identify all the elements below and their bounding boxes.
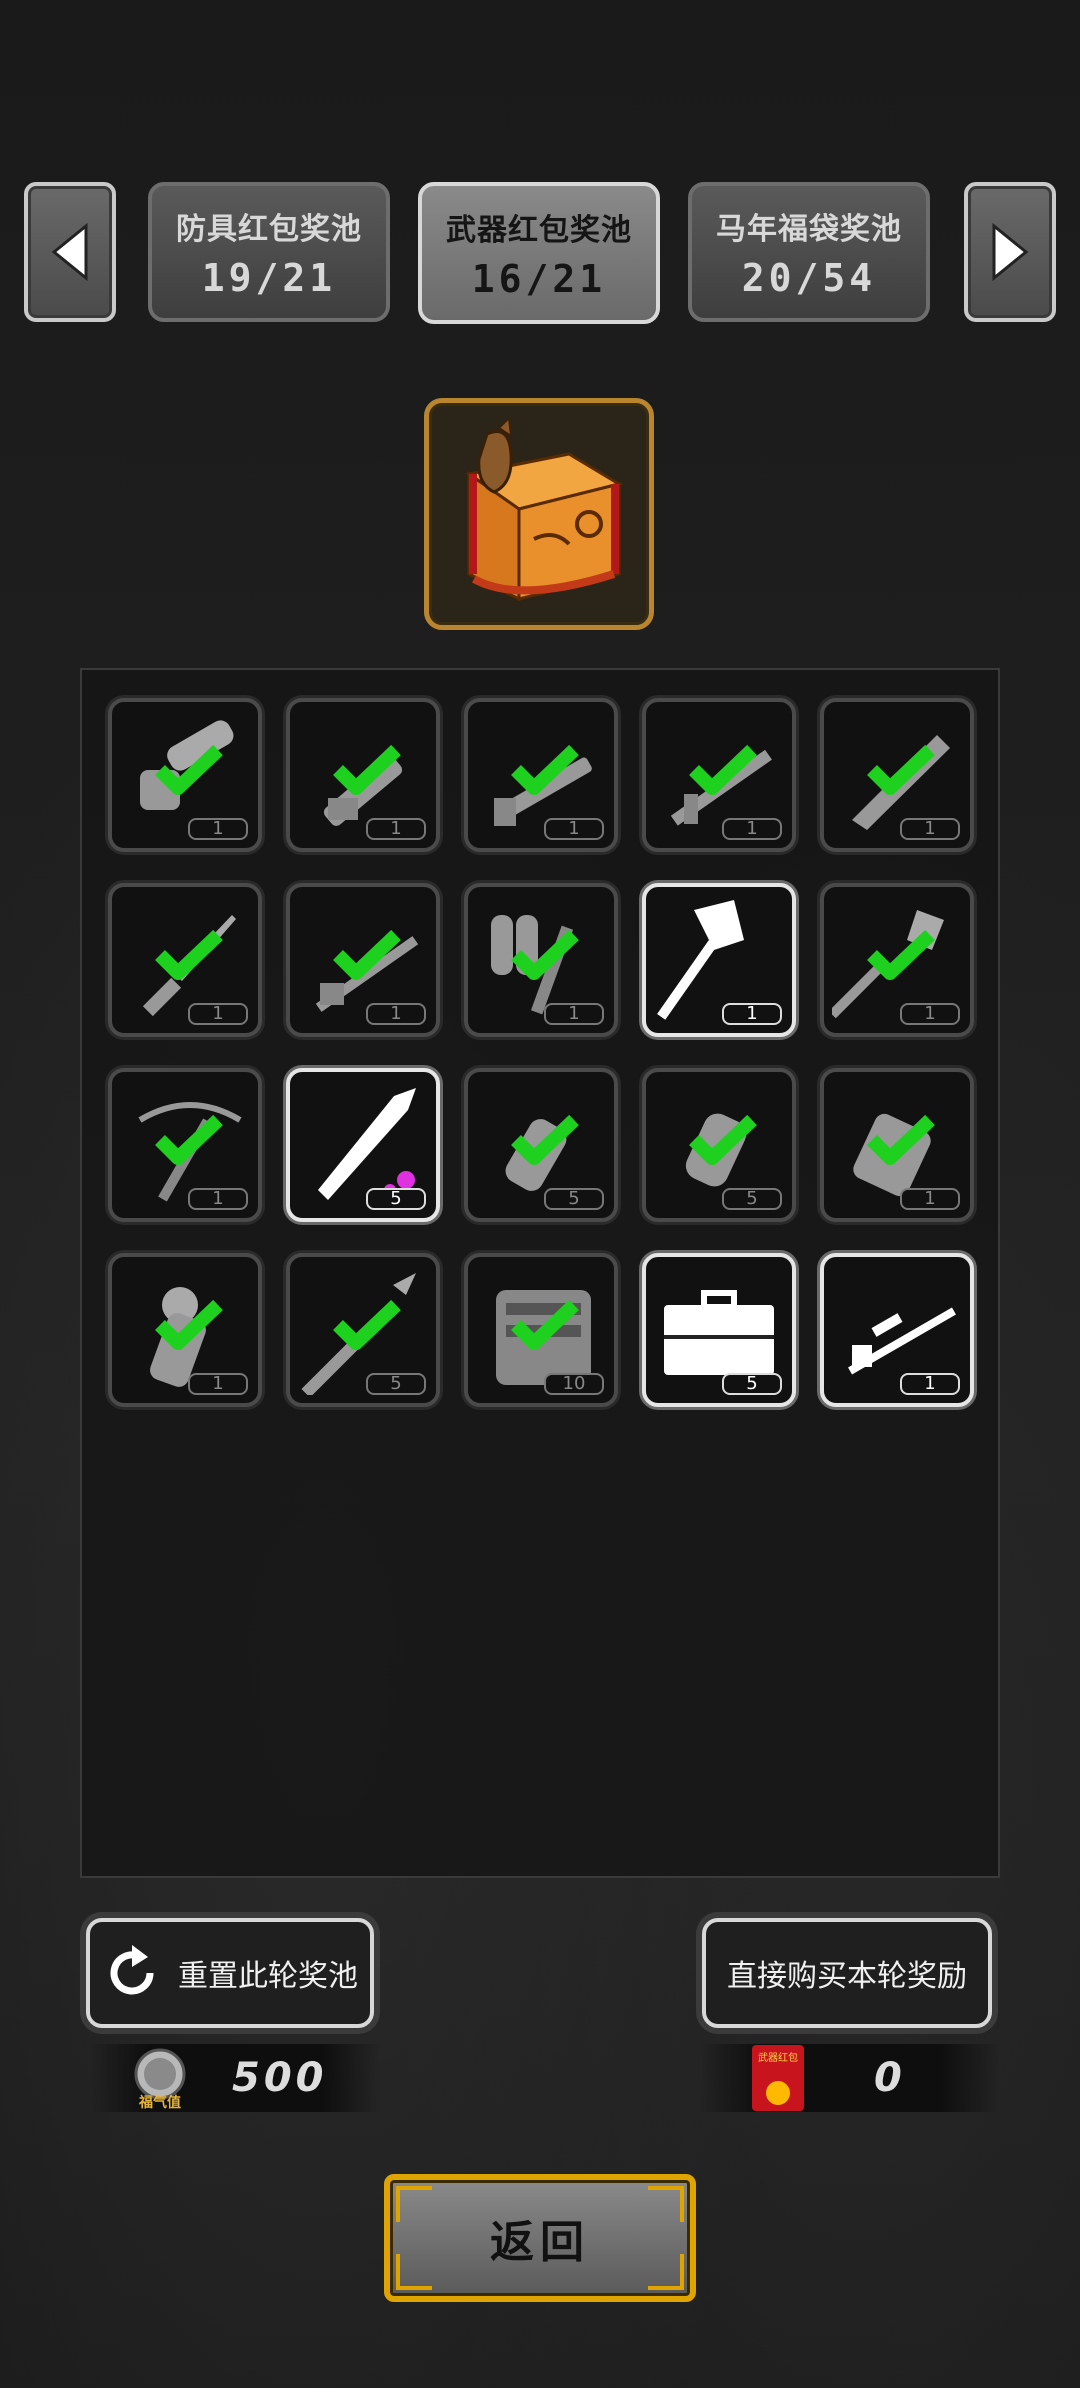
tab-name: 武器红包奖池 bbox=[446, 213, 632, 248]
prize-item-slot[interactable]: 1 bbox=[464, 698, 618, 852]
frame-corner bbox=[648, 2186, 684, 2222]
check-icon bbox=[511, 744, 579, 795]
tab-armor-pool[interactable]: 防具红包奖池 19/21 bbox=[148, 182, 390, 322]
prize-item-slot[interactable]: 5 bbox=[286, 1253, 440, 1407]
item-quantity: 1 bbox=[722, 1003, 782, 1025]
tab-lucky-bag-pool[interactable]: 马年福袋奖池 20/54 bbox=[688, 182, 930, 322]
buy-rewards-label: 直接购买本轮奖励 bbox=[727, 1959, 967, 1994]
check-icon bbox=[689, 744, 757, 795]
prize-item-slot[interactable]: 1 bbox=[820, 1253, 974, 1407]
prize-item-slot[interactable]: 1 bbox=[108, 883, 262, 1037]
prize-item-slot[interactable]: 5 bbox=[642, 1253, 796, 1407]
reset-pool-label: 重置此轮奖池 bbox=[178, 1959, 358, 1994]
prize-item-slot[interactable]: 5 bbox=[464, 1068, 618, 1222]
item-quantity: 5 bbox=[366, 1188, 426, 1210]
back-label: 返回 bbox=[490, 2217, 590, 2268]
buy-rewards-button[interactable]: 直接购买本轮奖励 bbox=[702, 1918, 992, 2028]
prize-item-slot[interactable]: 1 bbox=[820, 1068, 974, 1222]
luck-points: 福气值 500 bbox=[90, 2044, 380, 2112]
item-quantity: 1 bbox=[900, 1188, 960, 1210]
frame-corner bbox=[396, 2186, 432, 2222]
item-quantity: 1 bbox=[188, 1373, 248, 1395]
frame-corner bbox=[648, 2254, 684, 2290]
check-icon bbox=[333, 1299, 401, 1350]
prize-item-slot[interactable]: 1 bbox=[108, 1253, 262, 1407]
item-quantity: 1 bbox=[366, 1003, 426, 1025]
check-icon bbox=[155, 1299, 223, 1350]
red-packet-label: 武器红包 bbox=[758, 2053, 798, 2064]
check-icon bbox=[867, 929, 935, 980]
item-quantity: 1 bbox=[188, 1003, 248, 1025]
tab-count: 16/21 bbox=[471, 257, 607, 301]
item-quantity: 1 bbox=[544, 818, 604, 840]
prev-pool-button[interactable] bbox=[24, 182, 116, 322]
tab-weapon-pool[interactable]: 武器红包奖池 16/21 bbox=[418, 182, 660, 324]
prize-item-slot[interactable]: 1 bbox=[286, 883, 440, 1037]
prize-item-slot[interactable]: 1 bbox=[286, 698, 440, 852]
item-quantity: 10 bbox=[544, 1373, 604, 1395]
next-pool-button[interactable] bbox=[964, 182, 1056, 322]
prize-item-slot[interactable]: 1 bbox=[820, 698, 974, 852]
red-packet-count: 武器红包 0 bbox=[700, 2044, 1000, 2112]
tab-count: 19/21 bbox=[201, 256, 337, 300]
check-icon bbox=[155, 744, 223, 795]
check-icon bbox=[689, 1114, 757, 1165]
check-icon bbox=[511, 1299, 579, 1350]
prize-item-slot[interactable]: 5 bbox=[286, 1068, 440, 1222]
item-quantity: 1 bbox=[900, 1003, 960, 1025]
luck-amount: 500 bbox=[232, 2055, 328, 2101]
frame-corner bbox=[396, 2254, 432, 2290]
arrow-left-icon bbox=[51, 222, 88, 282]
item-quantity: 5 bbox=[722, 1188, 782, 1210]
tab-count: 20/54 bbox=[741, 256, 877, 300]
check-icon bbox=[333, 929, 401, 980]
luck-label: 福气值 bbox=[139, 2095, 181, 2111]
check-icon bbox=[867, 1114, 935, 1165]
item-quantity: 1 bbox=[900, 1373, 960, 1395]
check-icon bbox=[867, 744, 935, 795]
prize-item-slot[interactable]: 1 bbox=[820, 883, 974, 1037]
prize-item-slot[interactable]: 1 bbox=[464, 883, 618, 1037]
red-packet-amount: 0 bbox=[874, 2055, 906, 2101]
item-quantity: 5 bbox=[722, 1373, 782, 1395]
check-icon bbox=[511, 1114, 579, 1165]
horse-chest-icon bbox=[465, 415, 623, 602]
prize-item-slot[interactable]: 1 bbox=[108, 1068, 262, 1222]
item-quantity: 1 bbox=[544, 1003, 604, 1025]
prize-item-slot[interactable]: 1 bbox=[642, 883, 796, 1037]
item-quantity: 5 bbox=[366, 1373, 426, 1395]
item-quantity: 1 bbox=[900, 818, 960, 840]
arrow-right-icon bbox=[992, 222, 1029, 282]
back-button[interactable]: 返回 bbox=[384, 2174, 696, 2302]
check-icon bbox=[511, 929, 579, 980]
prize-item-slot[interactable]: 5 bbox=[642, 1068, 796, 1222]
item-quantity: 1 bbox=[366, 818, 426, 840]
prize-item-slot[interactable]: 10 bbox=[464, 1253, 618, 1407]
item-quantity: 1 bbox=[722, 818, 782, 840]
prize-item-slot[interactable]: 1 bbox=[108, 698, 262, 852]
check-icon bbox=[155, 929, 223, 980]
check-icon bbox=[333, 744, 401, 795]
tab-name: 马年福袋奖池 bbox=[716, 212, 902, 247]
luck-coin-icon: 福气值 bbox=[128, 2046, 192, 2111]
item-quantity: 5 bbox=[544, 1188, 604, 1210]
item-quantity: 1 bbox=[188, 818, 248, 840]
prize-item-slot[interactable]: 1 bbox=[642, 698, 796, 852]
tab-name: 防具红包奖池 bbox=[176, 212, 362, 247]
refresh-icon bbox=[110, 1945, 154, 1995]
red-packet-icon: 武器红包 bbox=[752, 2045, 804, 2111]
check-icon bbox=[155, 1114, 223, 1165]
item-quantity: 1 bbox=[188, 1188, 248, 1210]
reset-pool-button[interactable]: 重置此轮奖池 bbox=[86, 1918, 374, 2028]
prize-chest[interactable] bbox=[424, 398, 654, 630]
